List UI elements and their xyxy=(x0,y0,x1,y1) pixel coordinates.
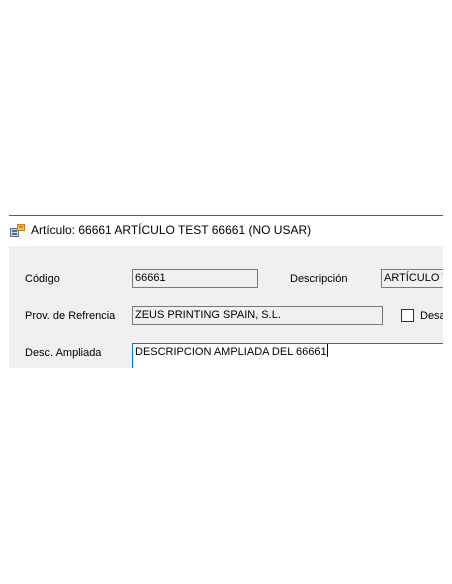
proveedor-field[interactable]: ZEUS PRINTING SPAIN, S.L. xyxy=(132,306,383,325)
desactivado-checkbox[interactable] xyxy=(401,309,414,322)
descripcion-field[interactable]: ARTÍCULO T xyxy=(381,269,443,288)
app-form-icon xyxy=(10,224,25,237)
codigo-field[interactable]: 66661 xyxy=(132,269,258,288)
text-caret xyxy=(326,344,328,357)
proveedor-label: Prov. de Refrencia xyxy=(25,310,116,322)
desactivado-label: Desa xyxy=(420,310,443,322)
window-title: Artículo: 66661 ARTÍCULO TEST 66661 (NO … xyxy=(31,223,312,237)
form-panel: Código 66661 Descripción ARTÍCULO T Prov… xyxy=(9,246,443,368)
desc-ampliada-field[interactable]: DESCRIPCION AMPLIADA DEL 66661 xyxy=(132,343,443,368)
codigo-label: Código xyxy=(25,273,60,285)
title-bar[interactable]: Artículo: 66661 ARTÍCULO TEST 66661 (NO … xyxy=(9,216,443,246)
desc-ampliada-text: DESCRIPCION AMPLIADA DEL 66661 xyxy=(135,346,327,358)
desc-ampliada-label: Desc. Ampliada xyxy=(25,347,102,359)
article-window: Artículo: 66661 ARTÍCULO TEST 66661 (NO … xyxy=(9,215,443,368)
descripcion-label: Descripción xyxy=(290,273,348,285)
